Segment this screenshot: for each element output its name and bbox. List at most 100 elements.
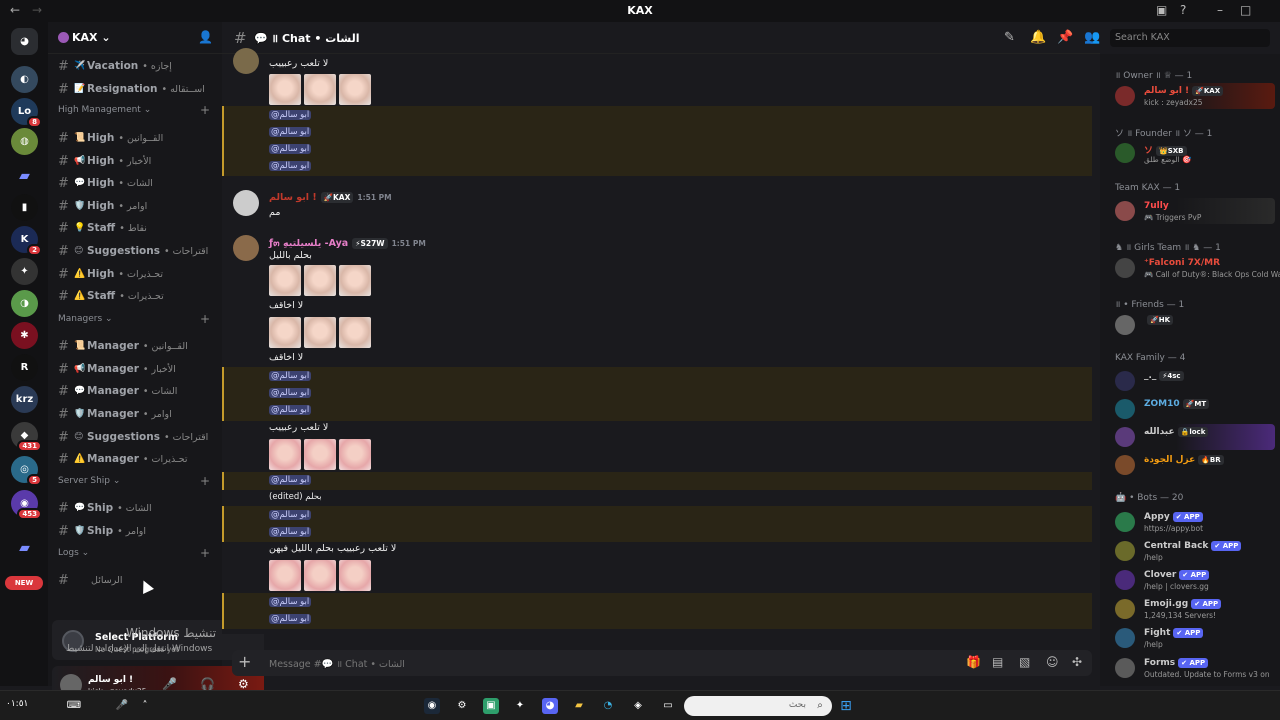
file-explorer-icon[interactable]: ▰ <box>571 698 587 714</box>
chevron-up-icon[interactable]: ˄ <box>137 698 153 714</box>
member-item[interactable]: Fight ✔ APP/help <box>1110 625 1275 651</box>
windows-start-icon[interactable]: ⊞ <box>838 698 854 714</box>
keyboard-icon[interactable]: ⌨ <box>66 698 82 714</box>
user-mention[interactable]: @ابو سالم <box>269 527 312 537</box>
message-author[interactable]: ابو سالم ! 🚀KAX 1:51 PM <box>269 192 392 203</box>
image-attachments[interactable] <box>269 560 371 591</box>
channel-item[interactable]: # 🛡️ High • اوامر <box>58 197 218 215</box>
channel-item[interactable]: # 💡 Staff • نقاط <box>58 219 218 237</box>
channel-item[interactable]: # ⚠️ Staff • تحـذيرات <box>58 287 218 305</box>
server-icon[interactable]: ◉ 453 <box>11 490 42 520</box>
channel-item[interactable]: # 💬 High • الشات <box>58 174 218 192</box>
channel-item[interactable]: # 📢 High • الأخبار <box>58 152 218 170</box>
user-mention[interactable]: @ابو سالم <box>269 510 312 520</box>
server-icon[interactable]: ◆ 431 <box>11 422 42 452</box>
task-view-icon[interactable]: ▭ <box>660 698 676 714</box>
channel-item[interactable]: # ⚠️ Manager • تحـذيرات <box>58 450 218 468</box>
member-item[interactable]: ابو سالم ! 🚀KAX kick : zeyadx25 <box>1110 83 1275 109</box>
channel-item[interactable]: # 🛡️ Manager • اوامر <box>58 405 218 423</box>
sticker-icon[interactable]: ▧ <box>1019 655 1030 669</box>
microphone-icon[interactable]: 🎤 <box>114 698 130 714</box>
folder-icon[interactable]: ▰ <box>11 162 38 189</box>
user-mention[interactable]: @ابو سالم <box>269 388 312 398</box>
member-item[interactable]: Appy ✔ APP https://appy.bot <box>1110 509 1275 535</box>
image-attachments[interactable] <box>269 317 371 348</box>
guild-header[interactable]: KAX ⌄ 👤 <box>48 22 222 54</box>
copilot-icon[interactable]: ◈ <box>630 698 646 714</box>
channel-item[interactable]: # 📢 Manager • الأخبار <box>58 360 218 378</box>
apps-icon[interactable]: ✣ <box>1072 655 1082 669</box>
server-icon[interactable]: ◑ <box>11 290 38 317</box>
channel-item[interactable]: # 💬 Ship • الشات <box>58 499 218 517</box>
member-item[interactable]: Emoji.gg ✔ APP 1,249,134 Servers! <box>1110 596 1275 622</box>
channel-category[interactable]: Logs ⌄ + <box>58 546 218 560</box>
image-attachments[interactable] <box>269 439 371 470</box>
member-item[interactable]: Clover ✔ APP/help | clovers.gg <box>1110 567 1275 593</box>
settings-gear-icon[interactable]: ⚙ <box>454 698 470 714</box>
channel-item[interactable]: # ⚠️ High • تحـذيرات <box>58 265 218 283</box>
image-attachments[interactable] <box>269 74 371 105</box>
app-icon[interactable]: ✦ <box>512 698 528 714</box>
create-channel-icon[interactable]: + <box>200 546 210 560</box>
user-mention[interactable]: @ابو سالم <box>269 405 312 415</box>
server-icon[interactable]: ◍ <box>11 128 38 155</box>
message-composer[interactable]: + Message #💬 ॥ Chat • الشات 🎁 ▤ ▧ ☺ ✣ <box>232 650 1092 676</box>
discord-icon[interactable]: ◕ <box>542 698 558 714</box>
user-mention[interactable]: @ابو سالم <box>269 127 312 137</box>
channel-item[interactable]: # 📜 High • القــوانين <box>58 129 218 147</box>
minimize-icon[interactable]: – <box>1217 3 1223 17</box>
channel-item[interactable]: # 💬 Manager • الشات <box>58 382 218 400</box>
channel-item[interactable]: # ✈️ Vacation • إجازه <box>58 57 218 75</box>
server-icon[interactable]: ▮ <box>11 194 38 221</box>
message-author[interactable]: ƒ๓ يلسيلتيهِ -Aya ⚡S27W 1:51 PM <box>269 236 426 251</box>
invite-people-icon[interactable]: 👤 <box>198 30 213 44</box>
server-icon[interactable]: R <box>11 354 38 381</box>
member-item[interactable]: عبدالله 🔒lock <box>1110 424 1275 450</box>
create-channel-icon[interactable]: + <box>200 103 210 117</box>
server-icon[interactable]: ◎ 5 <box>11 456 42 486</box>
create-channel-icon[interactable]: + <box>200 312 210 326</box>
channel-category[interactable]: High Management ⌄ + <box>58 103 218 117</box>
avatar[interactable] <box>233 48 259 74</box>
steam-icon[interactable]: ◉ <box>424 698 440 714</box>
avatar[interactable] <box>233 235 259 261</box>
channel-item[interactable]: # الرسائل <box>58 571 218 589</box>
pin-icon[interactable]: 📌 <box>1057 30 1073 45</box>
channel-category[interactable]: Managers ⌄ + <box>58 312 218 326</box>
create-channel-icon[interactable]: + <box>200 474 210 488</box>
user-mention[interactable]: @ابو سالم <box>269 614 312 624</box>
taskbar-search[interactable]: بحث <box>684 696 832 716</box>
server-icon[interactable]: ✱ <box>11 322 38 349</box>
search-input[interactable]: Search KAX <box>1110 29 1270 47</box>
server-icon[interactable]: krz <box>11 386 38 413</box>
member-item[interactable]: ソ 👑SXB الوضع طلق 🎯 <box>1110 140 1275 166</box>
server-icon[interactable]: Lo 8 <box>11 98 42 128</box>
discord-home-icon[interactable]: ◕ <box>11 28 38 55</box>
server-icon[interactable]: K2 <box>11 226 42 256</box>
member-item[interactable]: Forms ✔ APP Outdated. Update to Forms v3 o… <box>1110 655 1275 681</box>
member-item[interactable]: _._ ⚡4sc <box>1110 368 1275 394</box>
user-mention[interactable]: @ابو سالم <box>269 110 312 120</box>
maximize-icon[interactable]: □ <box>1240 3 1251 17</box>
member-list-icon[interactable]: 👥 <box>1084 30 1100 45</box>
user-mention[interactable]: @ابو سالم <box>269 597 312 607</box>
notification-bell-icon[interactable]: 🔔 <box>1030 30 1046 45</box>
user-mention[interactable]: @ابو سالم <box>269 144 312 154</box>
folder-icon[interactable]: ▰ <box>11 534 38 561</box>
member-item[interactable]: 7ully 🎮 Triggers PvP <box>1110 198 1275 224</box>
app-icon[interactable]: ▣ <box>483 698 499 714</box>
member-item[interactable]: Central Back ✔ APP/help <box>1110 538 1275 564</box>
member-item[interactable]: ⁺Falconi 7X/MR 🎮 Call of Duty®: Black Ops… <box>1110 255 1280 281</box>
headphones-icon[interactable]: 🎧 <box>200 677 215 691</box>
channel-item[interactable]: # 📜 Manager • القــوانين <box>58 337 218 355</box>
member-item[interactable]: ZOM10 🚀MT <box>1110 396 1275 422</box>
avatar[interactable] <box>233 190 259 216</box>
channel-item[interactable]: # 😊 Suggestions • اقتراحات <box>58 242 218 260</box>
inbox-icon[interactable]: ▣ <box>1156 3 1167 17</box>
add-attachment-icon[interactable]: + <box>238 652 251 671</box>
channel-item[interactable]: # 😊 Suggestions • اقتراحات <box>58 428 218 446</box>
search-icon[interactable]: ⌕ <box>812 698 828 714</box>
user-mention[interactable]: @ابو سالم <box>269 161 312 171</box>
user-mention[interactable]: @ابو سالم <box>269 371 312 381</box>
server-icon[interactable]: ✦ <box>11 258 38 285</box>
